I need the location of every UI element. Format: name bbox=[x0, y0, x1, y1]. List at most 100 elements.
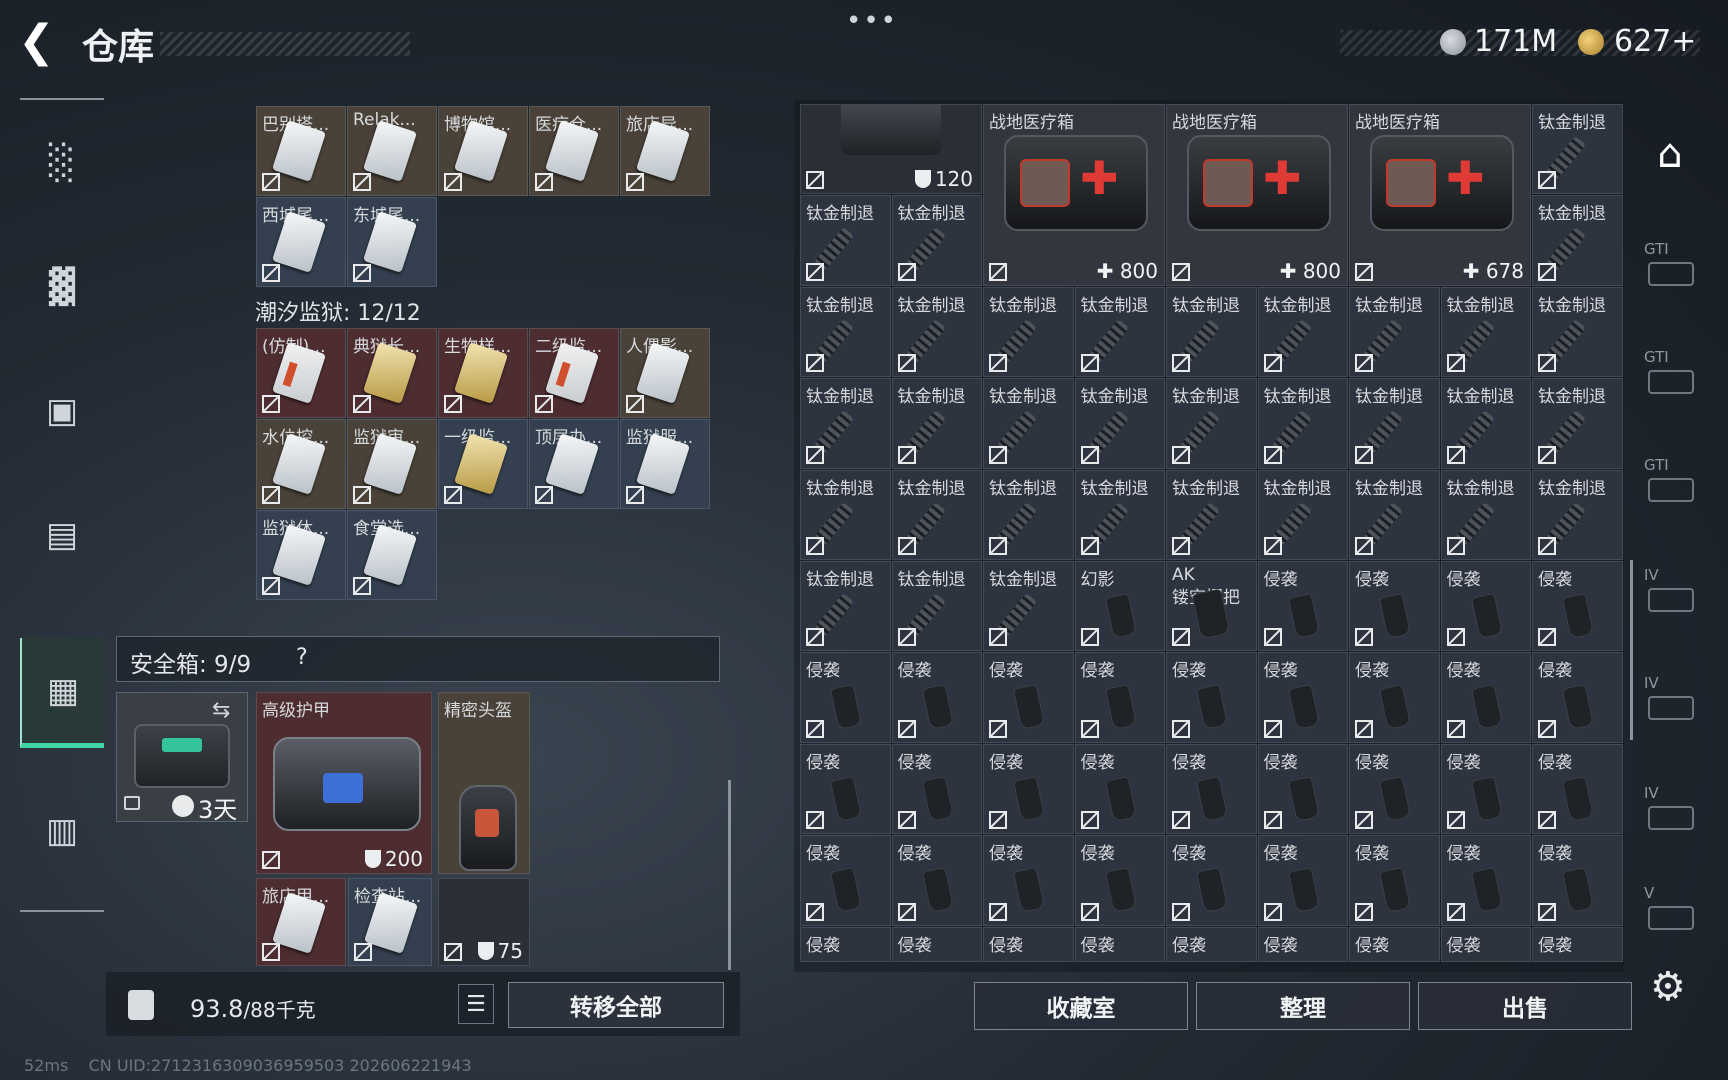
item-cell[interactable]: 钛金制退 bbox=[1074, 378, 1165, 469]
item-cell[interactable]: 一级监... bbox=[438, 419, 528, 509]
item-cell[interactable]: 侵袭 bbox=[1166, 652, 1257, 743]
item-cell[interactable]: 幻影 bbox=[1074, 561, 1165, 652]
help-icon[interactable]: ? bbox=[296, 645, 308, 670]
back-arrow-icon[interactable]: ❮ bbox=[18, 20, 62, 64]
item-cell[interactable]: 钛金制退 bbox=[1166, 378, 1257, 469]
item-cell[interactable]: 监狱服... bbox=[620, 419, 710, 509]
item-cell[interactable]: 侵袭 bbox=[1257, 652, 1348, 743]
item-cell[interactable]: 钛金制退 bbox=[983, 469, 1074, 560]
item-cell[interactable]: 侵袭 bbox=[800, 926, 891, 963]
item-cell[interactable]: 钛金制退 bbox=[1532, 378, 1623, 469]
item-cell[interactable]: 侵袭 bbox=[1440, 926, 1531, 963]
item-cell[interactable]: 侵袭 bbox=[1349, 561, 1440, 652]
item-cell[interactable]: 120 bbox=[800, 104, 982, 195]
filter-tab[interactable]: GTI bbox=[1644, 240, 1702, 300]
currency-gold-value[interactable]: 627+ bbox=[1614, 24, 1696, 59]
more-menu-icon[interactable]: ••• bbox=[846, 6, 898, 36]
item-cell[interactable]: 侵袭 bbox=[800, 652, 891, 743]
item-cell[interactable]: 钛金制退 bbox=[1074, 286, 1165, 378]
item-cell[interactable]: 钛金制退 bbox=[800, 561, 891, 652]
filter-tab[interactable]: GTI bbox=[1644, 348, 1702, 408]
item-cell[interactable]: 钛金制退 bbox=[983, 561, 1074, 652]
gear-icon[interactable]: ⚙ bbox=[1650, 964, 1686, 1010]
item-cell[interactable]: 旅店甲... bbox=[256, 878, 346, 966]
item-cell[interactable]: 钛金制退 bbox=[1440, 469, 1531, 560]
item-cell[interactable]: 侵袭 bbox=[1349, 926, 1440, 963]
item-cell[interactable]: 食堂选... bbox=[347, 510, 437, 600]
item-cell[interactable]: 战地医疗箱 ✚ 800 bbox=[1166, 104, 1348, 286]
briefcase-icon[interactable]: ▥ bbox=[20, 776, 104, 886]
item-cell[interactable]: 钛金制退 bbox=[983, 378, 1074, 469]
item-cell[interactable]: 侵袭 bbox=[1166, 835, 1257, 926]
filter-tab[interactable]: IV bbox=[1644, 784, 1702, 844]
item-cell[interactable]: 侵袭 bbox=[983, 743, 1074, 835]
item-cell[interactable]: 监狱审... bbox=[347, 419, 437, 509]
item-cell[interactable]: 侵袭 bbox=[1440, 743, 1531, 835]
item-cell[interactable]: 钛金制退 bbox=[1166, 469, 1257, 560]
backpack-icon[interactable]: ▣ bbox=[20, 356, 104, 466]
item-cell[interactable]: 侵袭 bbox=[983, 652, 1074, 743]
item-cell[interactable]: 人偶影... bbox=[620, 328, 710, 418]
item-cell[interactable]: 侵袭 bbox=[1257, 561, 1348, 652]
item-cell[interactable]: 钛金制退 bbox=[1257, 286, 1348, 378]
filter-tab[interactable]: GTI bbox=[1644, 456, 1702, 516]
item-cell[interactable]: 钛金制退 bbox=[1532, 469, 1623, 560]
item-cell[interactable]: 钛金制退 bbox=[1074, 469, 1165, 560]
item-cell[interactable]: 侵袭 bbox=[891, 926, 982, 963]
item-cell[interactable]: AK镂空握把 bbox=[1166, 561, 1257, 652]
item-cell[interactable]: 侵袭 bbox=[1440, 561, 1531, 652]
item-cell[interactable]: 侵袭 bbox=[891, 743, 982, 835]
item-cell[interactable]: 钛金制退 bbox=[1440, 286, 1531, 378]
swap-icon[interactable]: ⇆ bbox=[212, 698, 230, 723]
item-cell[interactable]: 钛金制退 bbox=[1166, 286, 1257, 378]
item-cell[interactable]: 侵袭 bbox=[1440, 652, 1531, 743]
item-cell[interactable]: 钛金制退 bbox=[983, 286, 1074, 378]
item-cell[interactable]: 侵袭 bbox=[1074, 652, 1165, 743]
item-cell[interactable]: 钛金制退 bbox=[891, 378, 982, 469]
item-cell[interactable]: 钛金制退 bbox=[891, 286, 982, 378]
collection-room-button[interactable]: 收藏室 bbox=[974, 982, 1188, 1030]
item-cell[interactable]: Relak... bbox=[347, 106, 437, 196]
item-cell[interactable]: 监狱休... bbox=[256, 510, 346, 600]
item-cell[interactable]: 侵袭 bbox=[1257, 835, 1348, 926]
item-cell[interactable]: 侵袭 bbox=[891, 835, 982, 926]
item-cell[interactable]: 水位控... bbox=[256, 419, 346, 509]
item-cell[interactable]: 钛金制退 bbox=[1440, 378, 1531, 469]
safe-box-icon[interactable]: ▦ bbox=[20, 638, 104, 748]
item-cell[interactable]: 钛金制退 bbox=[800, 286, 891, 378]
item-cell[interactable]: 二级监... bbox=[529, 328, 619, 418]
transfer-all-button[interactable]: 转移全部 bbox=[508, 982, 724, 1028]
item-cell[interactable]: 顶层办... bbox=[529, 419, 619, 509]
item-cell[interactable]: 侵袭 bbox=[1440, 835, 1531, 926]
item-cell[interactable]: 战地医疗箱 ✚ 678 bbox=[1349, 104, 1531, 286]
item-cell[interactable]: 钛金制退 bbox=[800, 378, 891, 469]
item-cell[interactable]: 侵袭 bbox=[1349, 652, 1440, 743]
chest-rig-icon[interactable]: ▤ bbox=[20, 480, 104, 590]
item-cell[interactable]: 医疗仓... bbox=[529, 106, 619, 196]
list-view-icon[interactable]: ☰ bbox=[458, 984, 494, 1024]
item-cell[interactable]: 博物馆... bbox=[438, 106, 528, 196]
item-cell[interactable]: 钛金制退 bbox=[1349, 378, 1440, 469]
item-cell[interactable]: 旅店异... bbox=[620, 106, 710, 196]
item-cell[interactable]: 侵袭 bbox=[1166, 926, 1257, 963]
item-cell[interactable]: 钛金制退 bbox=[1532, 286, 1623, 378]
item-cell[interactable]: 侵袭 bbox=[1532, 652, 1623, 743]
item-cell[interactable]: 侵袭 bbox=[800, 835, 891, 926]
item-cell[interactable]: 巴别塔... bbox=[256, 106, 346, 196]
item-cell[interactable]: 东城尾... bbox=[347, 197, 437, 287]
item-cell[interactable]: 钛金制退 bbox=[1349, 286, 1440, 378]
armor-vest-icon[interactable]: ▓ bbox=[20, 232, 104, 342]
right-scrollbar[interactable] bbox=[1630, 560, 1633, 740]
item-cell[interactable]: 钛金制退 bbox=[1532, 104, 1623, 195]
item-cell[interactable]: 检查站... bbox=[348, 878, 432, 966]
item-cell[interactable]: 侵袭 bbox=[1532, 561, 1623, 652]
item-cell[interactable]: 侵袭 bbox=[1349, 835, 1440, 926]
item-cell[interactable]: 钛金制退 bbox=[1257, 378, 1348, 469]
filter-tab[interactable]: V bbox=[1644, 884, 1702, 944]
item-cell[interactable]: 侵袭 bbox=[983, 926, 1074, 963]
item-cell[interactable]: 钛金制退 bbox=[891, 561, 982, 652]
filter-tab[interactable]: IV bbox=[1644, 566, 1702, 626]
left-scrollbar[interactable] bbox=[728, 780, 731, 970]
item-cell[interactable]: 钛金制退 bbox=[800, 195, 891, 286]
item-cell[interactable]: 典狱长... bbox=[347, 328, 437, 418]
